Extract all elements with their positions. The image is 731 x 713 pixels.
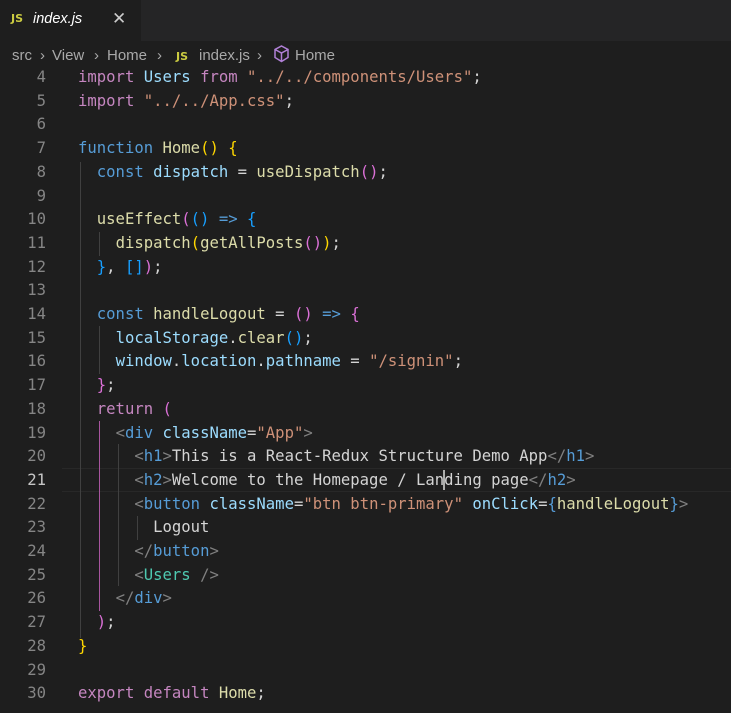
code-text: const handleLogout = () => { (96, 305, 360, 323)
line-number: 29 (27, 660, 46, 679)
line-number: 4 (36, 68, 46, 86)
code-line[interactable]: 19 <div className="App"> (0, 422, 731, 446)
code-text: localStorage.clear(); (115, 328, 313, 347)
chevron-right-icon: › (40, 47, 45, 64)
line-number: 21 (27, 470, 46, 489)
code-text: }; (96, 376, 116, 395)
code-line[interactable]: 25 <Users /> (0, 564, 731, 588)
code-text: export default Home; (78, 684, 266, 703)
code-line[interactable]: 11 dispatch(getAllPosts()); (0, 232, 731, 256)
line-number: 18 (27, 399, 46, 418)
line-number: 28 (27, 636, 46, 655)
line-number: 5 (36, 91, 46, 110)
line-number: 25 (27, 565, 46, 584)
line-number: 6 (36, 115, 46, 134)
line-number: 19 (27, 423, 46, 442)
code-line[interactable]: 16 window.location.pathname = "/signin"; (0, 350, 731, 374)
code-line[interactable]: 9 (0, 185, 731, 209)
code-text: window.location.pathname = "/signin"; (115, 352, 463, 371)
code-line[interactable]: 12 }, []); (0, 256, 731, 280)
code-line[interactable]: 7 function Home() { (0, 137, 731, 161)
code-text: } (78, 636, 88, 655)
line-number: 12 (27, 257, 46, 276)
breadcrumb-home-folder[interactable]: Home (107, 47, 147, 64)
code-text: ); (96, 613, 116, 632)
code-line[interactable]: 20 <h1>This is a React-Redux Structure D… (0, 445, 731, 469)
code-line[interactable]: 5 import "../../App.css"; (0, 90, 731, 114)
tab-bar: JS index.js ✕ (0, 0, 731, 41)
code-text: return ( (96, 399, 172, 418)
code-text: import Users from "../../components/User… (78, 68, 482, 86)
line-number: 23 (27, 518, 46, 537)
line-number: 11 (27, 233, 46, 252)
line-number: 7 (36, 139, 46, 158)
code-text: useEffect(() => { (96, 210, 257, 229)
line-number: 27 (27, 613, 46, 632)
code-text: <div className="App"> (115, 423, 313, 442)
javascript-file-icon: JS (176, 50, 189, 63)
code-line[interactable]: 10 useEffect(() => { (0, 208, 731, 232)
code-text: function Home() { (78, 139, 238, 158)
code-text: <h2>Welcome to the Homepage / Landing pa… (134, 470, 576, 489)
line-number: 26 (27, 589, 46, 608)
code-line[interactable]: 13 (0, 279, 731, 303)
code-line[interactable]: 28} (0, 635, 731, 659)
code-line[interactable]: 6 (0, 113, 731, 137)
line-number: 24 (27, 542, 46, 560)
breadcrumb-view[interactable]: View (52, 47, 84, 64)
code-line[interactable]: 30 export default Home; (0, 682, 731, 706)
line-number: 13 (27, 281, 46, 300)
code-text: }, []); (96, 257, 163, 276)
code-line[interactable]: 21 <h2>Welcome to the Homepage / Landing… (0, 469, 731, 493)
code-text: <button className="btn btn-primary" onCl… (134, 494, 689, 513)
tab-index-js[interactable]: JS index.js ✕ (0, 0, 141, 41)
code-line[interactable]: 29 (0, 659, 731, 683)
line-number: 17 (27, 376, 46, 395)
code-line[interactable]: 27 ); (0, 611, 731, 635)
code-text: const dispatch = useDispatch(); (96, 162, 388, 181)
code-line[interactable]: 17 }; (0, 374, 731, 398)
line-number: 14 (27, 305, 46, 323)
line-number: 9 (36, 186, 46, 205)
code-line[interactable]: 24 </button> (0, 540, 731, 564)
code-line[interactable]: 14 const handleLogout = () => { (0, 303, 731, 327)
line-number: 8 (36, 162, 46, 181)
chevron-right-icon: › (157, 47, 162, 64)
javascript-file-icon: JS (11, 12, 24, 25)
code-line[interactable]: 4 import Users from "../../components/Use… (0, 66, 731, 90)
line-number: 15 (27, 328, 46, 347)
cube-icon (273, 45, 290, 67)
chevron-right-icon: › (94, 47, 99, 64)
code-text: </div> (115, 589, 172, 608)
breadcrumb-src[interactable]: src (12, 47, 32, 64)
line-number: 16 (27, 352, 46, 371)
line-number: 20 (27, 447, 46, 466)
breadcrumb-file[interactable]: index.js (199, 47, 250, 64)
close-icon[interactable]: ✕ (112, 9, 126, 29)
code-line[interactable]: 23 Logout (0, 516, 731, 540)
code-text: </button> (134, 542, 219, 560)
chevron-right-icon: › (257, 47, 262, 64)
code-line[interactable]: 15 localStorage.clear(); (0, 327, 731, 351)
code-text: Logout (78, 518, 210, 537)
line-number: 10 (27, 210, 46, 229)
line-number: 30 (27, 684, 46, 703)
code-line[interactable]: 18 return ( (0, 398, 731, 422)
code-text: dispatch(getAllPosts()); (115, 233, 341, 252)
tab-label: index.js (33, 11, 83, 27)
code-line[interactable]: 26 </div> (0, 587, 731, 611)
line-number: 22 (27, 494, 46, 513)
code-line[interactable]: 8 const dispatch = useDispatch(); (0, 161, 731, 185)
code-line[interactable]: 22 <button className="btn btn-primary" o… (0, 493, 731, 517)
breadcrumb: src › View › Home › JS index.js › Home (0, 41, 731, 69)
code-text: <Users /> (134, 565, 219, 584)
breadcrumb-home-symbol[interactable]: Home (295, 47, 335, 64)
code-text: <h1>This is a React-Redux Structure Demo… (134, 447, 595, 466)
code-text: import "../../App.css"; (78, 91, 294, 110)
